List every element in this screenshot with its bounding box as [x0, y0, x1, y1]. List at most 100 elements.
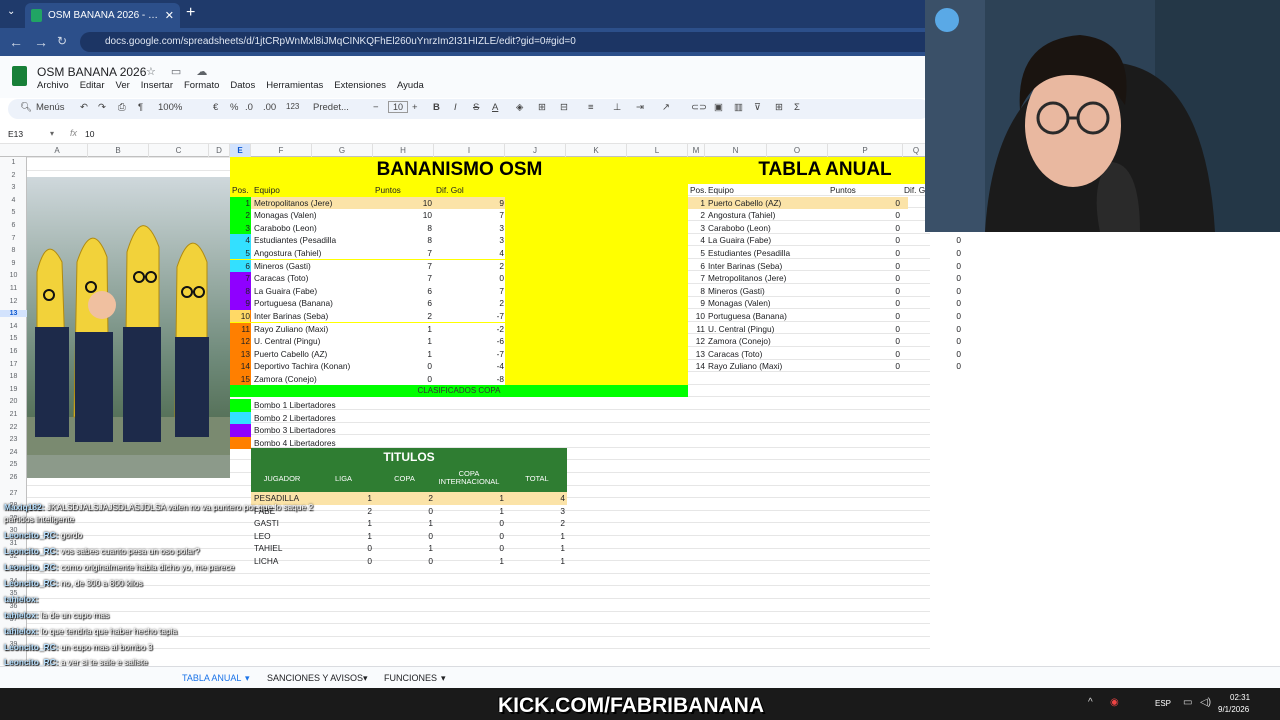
column-header-b[interactable]: B — [88, 144, 149, 157]
titulos-liga[interactable]: 1 — [312, 517, 372, 529]
increase-decimals[interactable]: .00 — [263, 102, 276, 113]
sheet-tab-sanciones[interactable]: SANCIONES Y AVISOS — [267, 673, 363, 683]
titulos-copa-int[interactable]: 1 — [434, 555, 504, 567]
row-header-22[interactable]: 22 — [0, 424, 27, 431]
bombo-label[interactable]: Bombo 2 Libertadores — [254, 412, 336, 424]
bananismo-puntos[interactable]: 7 — [373, 272, 432, 284]
anual-dif[interactable]: 0 — [903, 335, 961, 347]
tab-search-icon[interactable]: ⌄ — [7, 6, 15, 17]
font-size-minus-icon[interactable]: − — [373, 102, 379, 113]
titulos-copa[interactable]: 2 — [373, 492, 433, 504]
bananismo-puntos[interactable]: 6 — [373, 297, 432, 309]
merge-icon[interactable]: ⊟ — [560, 102, 568, 113]
titulos-liga[interactable]: 2 — [312, 505, 372, 517]
anual-equipo[interactable]: Carabobo (Leon) — [708, 222, 826, 234]
bananismo-dif[interactable]: -6 — [434, 335, 504, 347]
anual-equipo[interactable]: Estudiantes (Pesadilla — [708, 247, 826, 259]
bananismo-dif[interactable]: -4 — [434, 360, 504, 372]
anual-puntos[interactable]: 0 — [828, 247, 900, 259]
currency-format[interactable]: € — [213, 102, 218, 113]
bananismo-dif[interactable]: 2 — [434, 260, 504, 272]
bananismo-puntos[interactable]: 0 — [373, 360, 432, 372]
row-header-18[interactable]: 18 — [0, 373, 27, 380]
bananismo-equipo[interactable]: Puerto Cabello (AZ) — [254, 348, 372, 360]
row-header-17[interactable]: 17 — [0, 361, 27, 368]
titulos-jugador[interactable]: LEO — [254, 530, 312, 542]
bananismo-dif[interactable]: -7 — [434, 310, 504, 322]
new-tab-icon[interactable]: + — [186, 5, 195, 21]
row-header-1[interactable]: 1 — [0, 159, 27, 166]
anual-equipo[interactable]: Zamora (Conejo) — [708, 335, 826, 347]
close-tab-icon[interactable]: ✕ — [165, 9, 174, 22]
titulos-copa[interactable]: 0 — [373, 530, 433, 542]
star-icon[interactable]: ☆ ▭ ☁ — [146, 65, 213, 78]
row-header-19[interactable]: 19 — [0, 386, 27, 393]
bananismo-dif[interactable]: -8 — [434, 373, 504, 385]
anual-dif[interactable]: 0 — [903, 234, 961, 246]
undo-icon[interactable]: ↶ — [80, 102, 88, 113]
column-header-d[interactable]: D — [209, 144, 230, 157]
anual-pos[interactable]: 6 — [688, 260, 705, 272]
bananismo-puntos[interactable]: 10 — [373, 209, 432, 221]
anual-equipo[interactable]: La Guaira (Fabe) — [708, 234, 826, 246]
redo-icon[interactable]: ↷ — [98, 102, 106, 113]
column-header-a[interactable]: A — [27, 144, 88, 157]
row-header-13[interactable]: 13 — [0, 310, 27, 318]
bananismo-dif[interactable]: 4 — [434, 247, 504, 259]
titulos-total[interactable]: 2 — [505, 517, 565, 529]
bananismo-equipo[interactable]: Angostura (Tahiel) — [254, 247, 372, 259]
font-size-input[interactable]: 10 — [388, 101, 409, 113]
language-indicator[interactable]: ESP — [1155, 699, 1171, 708]
menu-formato[interactable]: Formato — [184, 80, 219, 91]
bananismo-equipo[interactable]: Metropolitanos (Jere) — [254, 197, 372, 209]
anual-equipo[interactable]: Mineros (Gasti) — [708, 285, 826, 297]
row-header-6[interactable]: 6 — [0, 222, 27, 229]
bananismo-puntos[interactable]: 2 — [373, 310, 432, 322]
sheet-tab-funciones[interactable]: FUNCIONES — [384, 673, 437, 683]
network-icon[interactable]: ▭ — [1183, 697, 1192, 708]
sheet-tab-tabla-anual[interactable]: TABLA ANUAL — [182, 673, 241, 683]
titulos-total[interactable]: 1 — [505, 555, 565, 567]
bananismo-puntos[interactable]: 8 — [373, 234, 432, 246]
anual-puntos[interactable]: 0 — [828, 260, 900, 272]
forward-icon[interactable]: → — [34, 34, 48, 50]
bold-icon[interactable]: B — [433, 102, 440, 113]
namebox-dropdown-icon[interactable]: ▾ — [50, 129, 54, 138]
menu-ver[interactable]: Ver — [116, 80, 130, 91]
bananismo-pos[interactable]: 9 — [230, 297, 250, 309]
zoom-select[interactable]: 100% — [158, 102, 182, 113]
bananismo-puntos[interactable]: 10 — [373, 197, 432, 209]
menu-insertar[interactable]: Insertar — [141, 80, 173, 91]
browser-tab[interactable]: OSM BANANA 2026 - Hojas de cálculo ✕ — [25, 3, 180, 28]
volume-icon[interactable]: ◁) — [1200, 697, 1211, 708]
bananismo-puntos[interactable]: 7 — [373, 247, 432, 259]
bananismo-pos[interactable]: 2 — [230, 209, 250, 221]
column-header-n[interactable]: N — [705, 144, 767, 157]
bananismo-equipo[interactable]: Rayo Zuliano (Maxi) — [254, 323, 372, 335]
tab-dropdown-icon[interactable]: ▾ — [245, 673, 250, 684]
bananismo-dif[interactable]: 7 — [434, 209, 504, 221]
bananismo-equipo[interactable]: Caracas (Toto) — [254, 272, 372, 284]
titulos-total[interactable]: 4 — [505, 492, 565, 504]
bananismo-equipo[interactable]: Deportivo Tachira (Konan) — [254, 360, 372, 372]
anual-dif[interactable]: 0 — [903, 260, 961, 272]
bananismo-equipo[interactable]: U. Central (Pingu) — [254, 335, 372, 347]
anual-equipo[interactable]: Caracas (Toto) — [708, 348, 826, 360]
column-header-f[interactable]: F — [251, 144, 312, 157]
bananismo-puntos[interactable]: 8 — [373, 222, 432, 234]
anual-equipo[interactable]: Rayo Zuliano (Maxi) — [708, 360, 826, 372]
strikethrough-icon[interactable]: S — [473, 102, 479, 113]
bananismo-pos[interactable]: 6 — [230, 260, 250, 272]
bananismo-equipo[interactable]: Monagas (Valen) — [254, 209, 372, 221]
anual-dif[interactable]: 0 — [903, 360, 961, 372]
anual-pos[interactable]: 9 — [688, 297, 705, 309]
print-icon[interactable]: ⎙ — [118, 102, 126, 113]
reload-icon[interactable]: ↻ — [57, 34, 67, 48]
url-field[interactable]: docs.google.com/spreadsheets/d/1jtCRpWnM… — [80, 32, 940, 52]
bananismo-pos[interactable]: 12 — [230, 335, 250, 347]
anual-puntos[interactable]: 0 — [828, 272, 900, 284]
bananismo-pos[interactable]: 5 — [230, 247, 250, 259]
anual-pos[interactable]: 4 — [688, 234, 705, 246]
row-header-8[interactable]: 8 — [0, 247, 27, 254]
anual-puntos[interactable]: 0 — [828, 197, 900, 209]
